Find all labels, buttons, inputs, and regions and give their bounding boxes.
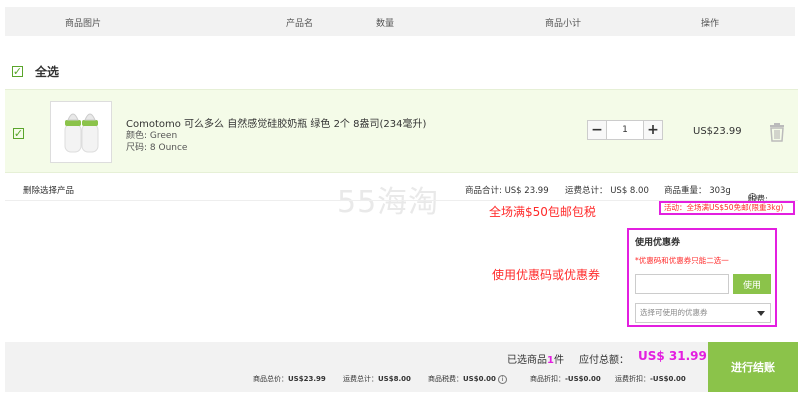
cart-item-row: ✓ Comotomo 可么多么 自然感觉硅胶奶瓶 绿色 2个 8盎司(234毫升… bbox=[5, 89, 798, 173]
delete-selected-link[interactable]: 删除选择产品 bbox=[23, 184, 74, 196]
goods-total: 商品合计: US$ 23.99 bbox=[465, 186, 549, 196]
total-amount: US$ 31.99 bbox=[638, 349, 707, 363]
detail-tax-value: US$0.00 bbox=[463, 375, 496, 383]
item-subtotal: US$23.99 bbox=[693, 126, 742, 137]
total-label: 应付总额： bbox=[579, 355, 629, 366]
detail-goods-discount-value: -US$0.00 bbox=[565, 375, 601, 383]
header-product-image: 商品图片 bbox=[65, 19, 102, 29]
info-icon[interactable]: i bbox=[498, 374, 508, 384]
selected-suffix: 件 bbox=[553, 355, 564, 366]
detail-shipping-label: 运费总计： bbox=[343, 375, 378, 383]
coupon-select[interactable]: 选择可使用的优惠券 bbox=[635, 303, 771, 323]
quantity-decrease-button[interactable]: − bbox=[587, 120, 607, 140]
detail-tax: 商品税费：US$0.00 i bbox=[428, 374, 508, 384]
detail-goods-discount-label: 商品折扣： bbox=[530, 375, 565, 383]
coupon-annotation: 使用优惠码或优惠券 bbox=[492, 268, 601, 282]
header-action: 操作 bbox=[701, 19, 720, 29]
detail-shipping-value: US$8.00 bbox=[378, 375, 411, 383]
selected-count-number: 1 bbox=[547, 355, 554, 366]
quantity-increase-button[interactable]: + bbox=[643, 120, 663, 140]
use-coupon-button[interactable]: 使用 bbox=[733, 274, 771, 294]
coupon-hint: *优惠码和优惠券只能二选一 bbox=[635, 256, 729, 265]
activity-banner: 活动：全场满US$50免邮(限重3kg) bbox=[659, 201, 795, 215]
select-all-label: 全选 bbox=[35, 64, 60, 79]
header-product-name: 产品名 bbox=[286, 19, 314, 29]
detail-shipping-discount-value: -US$0.00 bbox=[650, 375, 686, 383]
detail-goods-price: 商品总价：US$23.99 bbox=[253, 374, 326, 384]
trash-icon[interactable] bbox=[768, 122, 786, 145]
selected-prefix: 已选商品 bbox=[507, 355, 547, 366]
detail-goods-discount: 商品折扣：-US$0.00 bbox=[530, 374, 601, 384]
select-all[interactable]: ✓ 全选 bbox=[12, 63, 59, 79]
coupon-select-placeholder: 选择可使用的优惠券 bbox=[640, 308, 708, 317]
item-checkbox[interactable]: ✓ bbox=[13, 128, 24, 139]
selected-count: 已选商品1件 bbox=[507, 351, 564, 366]
quantity-input[interactable]: 1 bbox=[607, 120, 643, 140]
detail-goods-price-label: 商品总价： bbox=[253, 375, 288, 383]
header-subtotal: 商品小计 bbox=[545, 19, 582, 29]
cart-table-header: 商品图片 产品名 数量 商品小计 操作 bbox=[5, 7, 795, 36]
checkout-footer: 已选商品1件 应付总额： US$ 31.99 商品总价：US$23.99 运费总… bbox=[5, 342, 798, 392]
promo-annotation: 全场满$50包邮包税 bbox=[489, 205, 596, 219]
product-weight: 商品重量： 303g bbox=[664, 186, 731, 196]
coupon-code-input[interactable] bbox=[635, 274, 729, 294]
detail-goods-price-value: US$23.99 bbox=[288, 375, 326, 383]
header-quantity: 数量 bbox=[376, 19, 395, 29]
product-size: 尺码: 8 Ounce bbox=[126, 143, 188, 153]
baby-bottle-image bbox=[64, 113, 99, 153]
detail-shipping-discount: 运费折扣：-US$0.00 bbox=[615, 374, 686, 384]
quantity-stepper: − 1 + bbox=[587, 120, 663, 140]
checkout-button[interactable]: 进行结账 bbox=[708, 342, 798, 392]
shipping-total: 运费总计： US$ 8.00 bbox=[565, 186, 649, 196]
product-thumbnail[interactable] bbox=[50, 101, 112, 163]
detail-tax-label: 商品税费： bbox=[428, 375, 463, 383]
coupon-title: 使用优惠券 bbox=[635, 238, 681, 248]
detail-shipping-discount-label: 运费折扣： bbox=[615, 375, 650, 383]
select-all-checkbox[interactable]: ✓ bbox=[12, 65, 23, 77]
coupon-panel: 使用优惠券 *优惠码和优惠券只能二选一 使用 选择可使用的优惠券 bbox=[627, 228, 777, 327]
cart-summary-bar: 删除选择产品 商品合计: US$ 23.99 运费总计： US$ 8.00 商品… bbox=[5, 175, 798, 205]
chevron-down-icon bbox=[757, 311, 765, 316]
detail-shipping: 运费总计：US$8.00 bbox=[343, 374, 411, 384]
